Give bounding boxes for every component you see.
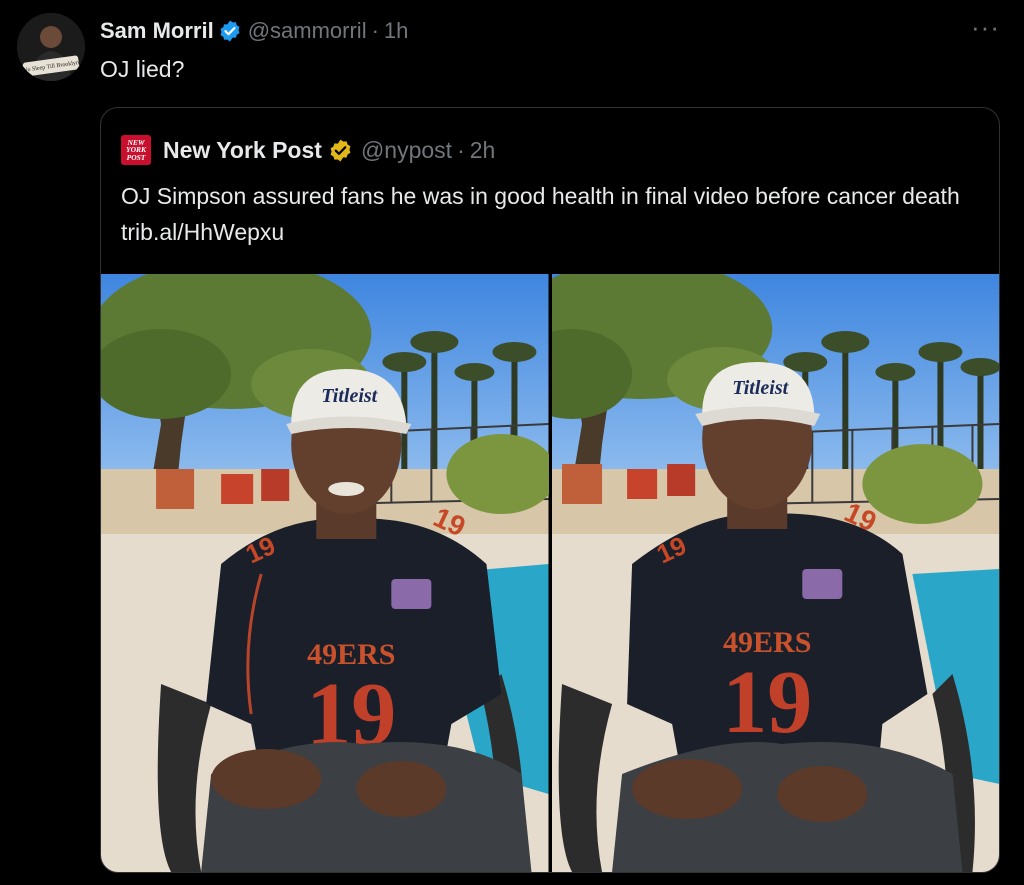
jersey-number: 19: [722, 653, 812, 752]
media-photo-2[interactable]: 19 19 49ERS 19 Titleist: [551, 274, 999, 872]
media-photo-1[interactable]: 19 19 49ERS 19 Titleist: [101, 274, 549, 872]
author-avatar[interactable]: No Sleep Till Brooklyn: [17, 13, 85, 81]
logo-line: POST: [126, 152, 146, 162]
tweet-header: Sam Morril @sammorril · 1h: [100, 16, 408, 46]
tweet-text: OJ lied?: [100, 56, 185, 82]
gold-verified-badge-icon: [330, 139, 351, 161]
photo-image: 19 19 49ERS 19 Titleist: [551, 274, 999, 872]
author-name[interactable]: Sam Morril: [100, 18, 214, 44]
nypost-logo-icon: NEW YORK POST: [121, 135, 151, 165]
more-options-icon[interactable]: ···: [971, 14, 1000, 40]
cap-logo: Titleist: [321, 385, 378, 407]
quoted-author-handle[interactable]: @nypost: [361, 137, 452, 164]
quoted-author-name[interactable]: New York Post: [163, 137, 322, 164]
media-grid: 19 19 49ERS 19 Titleist 19 19 49ERS 19 T…: [101, 274, 999, 872]
photo-image: 19 19 49ERS 19 Titleist: [101, 274, 549, 872]
quoted-timestamp[interactable]: 2h: [470, 137, 496, 164]
quoted-tweet-header: NEW YORK POST New York Post @nypost · 2h: [121, 134, 495, 166]
quoted-tweet-text: OJ Simpson assured fans he was in good h…: [121, 183, 960, 245]
tweet-timestamp[interactable]: 1h: [384, 18, 408, 44]
author-handle[interactable]: @sammorril: [248, 18, 367, 44]
verified-badge-icon: [220, 20, 240, 42]
quoted-separator: ·: [457, 136, 465, 163]
avatar-image: No Sleep Till Brooklyn: [17, 13, 85, 81]
quoted-tweet[interactable]: NEW YORK POST New York Post @nypost · 2h…: [100, 107, 1000, 873]
cap-logo: Titleist: [732, 377, 789, 399]
header-separator: ·: [371, 18, 379, 43]
